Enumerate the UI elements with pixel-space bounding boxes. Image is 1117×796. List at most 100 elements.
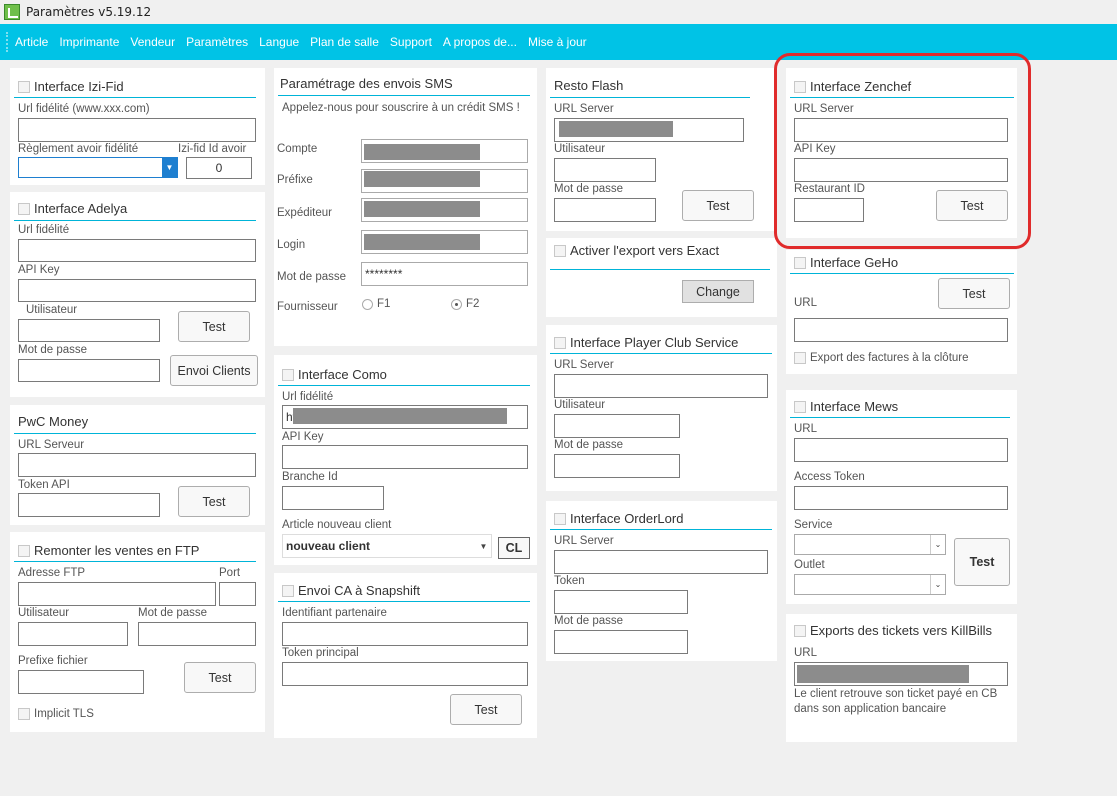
playerclub-checkbox[interactable]: [554, 336, 566, 349]
snapshift-checkbox[interactable]: [282, 584, 294, 597]
adelya-envoi-clients-button[interactable]: Envoi Clients: [170, 355, 258, 386]
como-branch-input[interactable]: [282, 486, 384, 510]
mews-checkbox[interactable]: [794, 400, 806, 413]
mews-token-input[interactable]: [794, 486, 1008, 510]
menu-item-article[interactable]: Article: [15, 35, 48, 49]
divider: [14, 97, 256, 98]
menu-item-langue[interactable]: Langue: [259, 35, 299, 49]
zenchef-checkbox[interactable]: [794, 80, 806, 93]
sms-fournisseur-label: Fournisseur: [277, 301, 338, 313]
exact-change-button[interactable]: Change: [682, 280, 754, 303]
zenchef-test-button[interactable]: Test: [936, 190, 1008, 221]
pwc-token-input[interactable]: [18, 493, 160, 517]
ftp-password-input[interactable]: [138, 622, 256, 646]
ftp-test-button[interactable]: Test: [184, 662, 256, 693]
mews-test-button[interactable]: Test: [954, 538, 1010, 586]
ftp-user-input[interactable]: [18, 622, 128, 646]
ftp-port-input[interactable]: [219, 582, 256, 606]
killbills-checkbox[interactable]: [794, 624, 806, 637]
zenchef-apikey-label: API Key: [794, 143, 836, 155]
como-apikey-input[interactable]: [282, 445, 528, 469]
sms-f2-radio[interactable]: [451, 298, 462, 310]
adelya-checkbox[interactable]: [18, 202, 30, 215]
ftp-tls-checkbox[interactable]: [18, 708, 30, 720]
menu-item-parametres[interactable]: Paramètres: [186, 35, 248, 49]
adelya-url-input[interactable]: [18, 239, 256, 262]
ftp-prefix-input[interactable]: [18, 670, 144, 694]
ftp-checkbox[interactable]: [18, 544, 30, 557]
como-cl-button[interactable]: CL: [498, 537, 530, 559]
snapshift-test-button[interactable]: Test: [450, 694, 522, 725]
sms-login-input[interactable]: [361, 230, 528, 254]
sms-f1-radio[interactable]: [362, 298, 373, 310]
snapshift-token-input[interactable]: [282, 662, 528, 686]
sms-f2-radio-row[interactable]: F2: [451, 298, 479, 310]
como-article-select[interactable]: nouveau client ▼: [282, 534, 492, 558]
playerclub-user-input[interactable]: [554, 414, 680, 438]
geho-export-checkbox[interactable]: [794, 352, 806, 364]
adelya-test-button[interactable]: Test: [178, 311, 250, 342]
izifid-reglement-select[interactable]: ▼: [18, 157, 178, 178]
mews-outlet-select[interactable]: ⌄: [794, 574, 946, 595]
menu-item-support[interactable]: Support: [390, 35, 432, 49]
snapshift-title-text: Envoi CA à Snapshift: [298, 583, 421, 598]
restoflash-user-input[interactable]: [554, 158, 656, 182]
playerclub-title-text: Interface Player Club Service: [570, 335, 739, 350]
menu-item-plan-de-salle[interactable]: Plan de salle: [310, 35, 379, 49]
zenchef-restaurant-input[interactable]: [794, 198, 864, 222]
sms-expediteur-label: Expéditeur: [277, 207, 332, 219]
orderlord-url-input[interactable]: [554, 550, 768, 574]
mews-url-input[interactable]: [794, 438, 1008, 462]
restoflash-password-input[interactable]: [554, 198, 656, 222]
playerclub-password-input[interactable]: [554, 454, 680, 478]
zenchef-url-input[interactable]: [794, 118, 1008, 142]
como-url-input[interactable]: ht: [282, 405, 528, 429]
geho-url-input[interactable]: [794, 318, 1008, 342]
geho-export-label: Export des factures à la clôture: [810, 352, 969, 364]
sms-compte-input[interactable]: [361, 139, 528, 163]
izifid-id-avoir-input[interactable]: 0: [186, 157, 252, 179]
pwc-url-label: URL Serveur: [18, 439, 85, 451]
izifid-url-input[interactable]: [18, 118, 256, 142]
pwc-test-button[interactable]: Test: [178, 486, 250, 517]
sms-f1-radio-row[interactable]: F1: [362, 298, 390, 310]
izifid-title-text: Interface Izi-Fid: [34, 79, 124, 94]
menu-item-vendeur[interactable]: Vendeur: [130, 35, 175, 49]
izifid-checkbox[interactable]: [18, 80, 30, 93]
restoflash-url-input[interactable]: [554, 118, 744, 142]
restoflash-test-button[interactable]: Test: [682, 190, 754, 221]
divider: [278, 601, 530, 602]
snapshift-partner-input[interactable]: [282, 622, 528, 646]
zenchef-apikey-input[interactable]: [794, 158, 1008, 182]
menu-item-imprimante[interactable]: Imprimante: [59, 35, 119, 49]
snapshift-partner-label: Identifiant partenaire: [282, 607, 387, 619]
adelya-password-input[interactable]: [18, 359, 160, 382]
adelya-url-label: Url fidélité: [18, 224, 70, 236]
menu-item-mise-a-jour[interactable]: Mise à jour: [528, 35, 587, 49]
orderlord-password-input[interactable]: [554, 630, 688, 654]
geho-checkbox[interactable]: [794, 256, 806, 269]
geho-test-button[interactable]: Test: [938, 278, 1010, 309]
mews-token-label: Access Token: [794, 471, 865, 483]
adelya-user-input[interactable]: [18, 319, 160, 342]
mews-service-select[interactable]: ⌄: [794, 534, 946, 555]
orderlord-checkbox[interactable]: [554, 512, 566, 525]
ftp-password-label: Mot de passe: [138, 607, 208, 619]
killbills-url-input[interactable]: [794, 662, 1008, 686]
menu-item-a-propos[interactable]: A propos de...: [443, 35, 517, 49]
exact-checkbox[interactable]: [554, 244, 566, 257]
ftp-title: Remonter les ventes en FTP: [18, 543, 199, 558]
app-icon: [4, 4, 20, 20]
playerclub-url-input[interactable]: [554, 374, 768, 398]
orderlord-token-input[interactable]: [554, 590, 688, 614]
como-checkbox[interactable]: [282, 368, 294, 381]
chevron-down-icon: ▼: [479, 541, 488, 551]
chevron-down-icon: ▼: [162, 158, 177, 177]
ftp-address-input[interactable]: [18, 582, 216, 606]
adelya-apikey-input[interactable]: [18, 279, 256, 302]
ftp-tls-label: Implicit TLS: [34, 708, 94, 720]
pwc-url-input[interactable]: [18, 453, 256, 477]
sms-password-input[interactable]: ********: [361, 262, 528, 286]
sms-expediteur-input[interactable]: [361, 198, 528, 222]
sms-prefixe-input[interactable]: [361, 169, 528, 193]
